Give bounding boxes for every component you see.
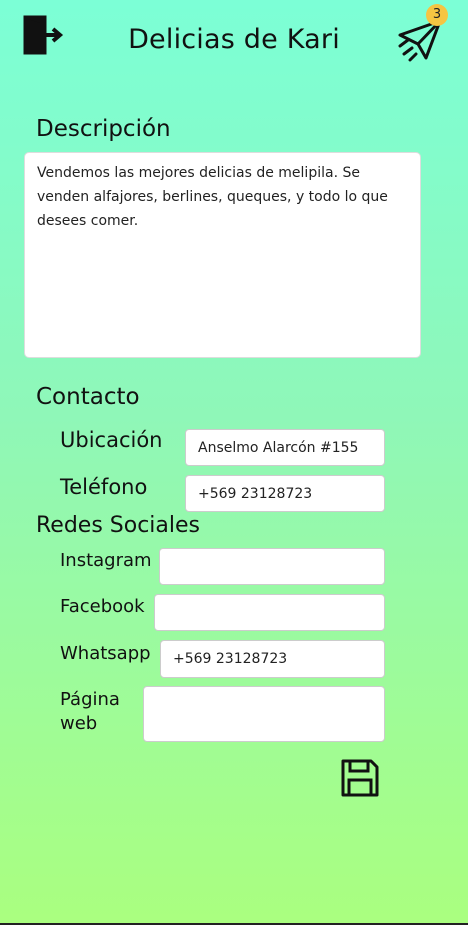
website-input[interactable] (143, 686, 385, 742)
send-button[interactable]: 3 (396, 4, 448, 62)
description-title: Descripción (36, 116, 171, 142)
facebook-input[interactable] (154, 594, 385, 631)
whatsapp-label: Whatsapp (60, 643, 151, 664)
contact-title: Contacto (36, 384, 140, 410)
description-textarea[interactable]: Vendemos las mejores delicias de melipil… (24, 152, 421, 358)
instagram-label: Instagram (60, 550, 152, 571)
instagram-input[interactable] (159, 548, 385, 585)
facebook-label: Facebook (60, 596, 145, 617)
floppy-disk-icon[interactable] (340, 758, 380, 798)
website-label: Página web (60, 689, 120, 734)
social-title: Redes Sociales (36, 513, 201, 538)
notification-badge: 3 (426, 4, 448, 26)
phone-label: Teléfono (60, 475, 148, 499)
phone-input[interactable]: +569 23128723 (185, 475, 385, 512)
location-label: Ubicación (60, 428, 163, 452)
location-input[interactable]: Anselmo Alarcón #155 (185, 429, 385, 466)
whatsapp-input[interactable]: +569 23128723 (160, 640, 385, 678)
